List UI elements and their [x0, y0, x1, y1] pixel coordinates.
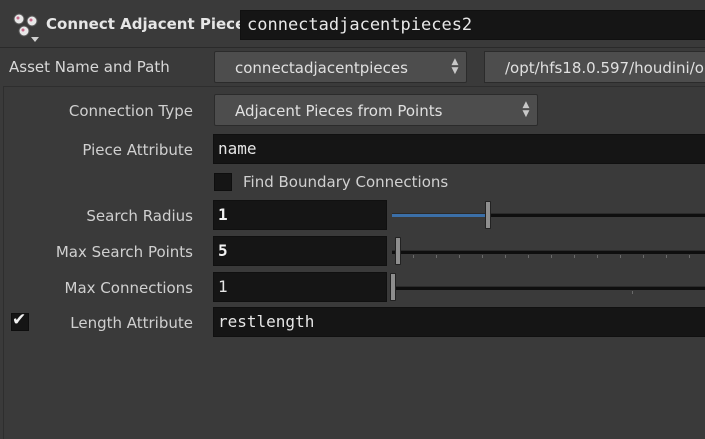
length-attribute-input[interactable]: restlength	[213, 307, 705, 337]
asset-name-menu[interactable]: connectadjacentpieces ▲ ▼	[214, 51, 467, 83]
max-search-points-slider-track[interactable]	[392, 250, 705, 254]
asset-name-value: connectadjacentpieces	[235, 59, 408, 77]
max-connections-tick	[632, 291, 633, 294]
parameter-header: Connect Adjacent Pieces connectadjacentp…	[0, 0, 705, 47]
max-search-points-input[interactable]: 5	[213, 236, 387, 266]
length-attribute-row: ✔ Length Attribute restlength	[0, 307, 705, 339]
asset-name-label: Asset Name and Path	[9, 58, 170, 76]
max-connections-input[interactable]: 1	[213, 272, 387, 302]
piece-attribute-row: Piece Attribute name	[0, 134, 705, 166]
menu-arrows-icon: ▲ ▼	[522, 100, 530, 119]
search-radius-input[interactable]: 1	[213, 200, 387, 230]
find-boundary-row: Find Boundary Connections	[0, 171, 705, 195]
search-radius-label: Search Radius	[86, 207, 193, 225]
length-attribute-enable-checkbox[interactable]: ✔	[11, 310, 29, 331]
node-type-label: Connect Adjacent Pieces	[46, 15, 255, 33]
connection-type-row: Connection Type Adjacent Pieces from Poi…	[0, 94, 705, 128]
search-radius-row: Search Radius 1	[0, 200, 705, 232]
search-radius-slider-fill	[392, 214, 488, 217]
length-attribute-label: Length Attribute	[70, 314, 193, 332]
max-connections-slider-handle[interactable]	[390, 273, 396, 301]
connection-type-menu[interactable]: Adjacent Pieces from Points ▲ ▼	[214, 94, 538, 126]
max-connections-row: Max Connections 1	[0, 272, 705, 304]
asset-row: Asset Name and Path connectadjacentpiece…	[0, 48, 705, 86]
max-search-points-slider-handle[interactable]	[395, 237, 401, 265]
search-radius-slider-handle[interactable]	[485, 201, 491, 229]
connection-type-value: Adjacent Pieces from Points	[235, 102, 443, 120]
max-connections-label: Max Connections	[64, 279, 193, 297]
connection-type-label: Connection Type	[68, 102, 193, 120]
max-connections-slider-track[interactable]	[392, 286, 705, 290]
piece-attribute-label: Piece Attribute	[82, 141, 193, 159]
find-boundary-checkbox[interactable]	[214, 173, 232, 191]
connect-pieces-icon[interactable]	[10, 12, 40, 42]
max-search-points-label: Max Search Points	[55, 243, 193, 261]
menu-arrows-icon: ▲ ▼	[451, 57, 459, 76]
checkmark-icon: ✔	[12, 310, 27, 330]
find-boundary-label: Find Boundary Connections	[243, 173, 449, 191]
piece-attribute-input[interactable]: name	[213, 134, 705, 164]
asset-path-field[interactable]: /opt/hfs18.0.597/houdini/o	[484, 51, 705, 83]
max-search-points-row: Max Search Points 5	[0, 236, 705, 268]
node-name-input[interactable]: connectadjacentpieces2	[240, 10, 705, 40]
